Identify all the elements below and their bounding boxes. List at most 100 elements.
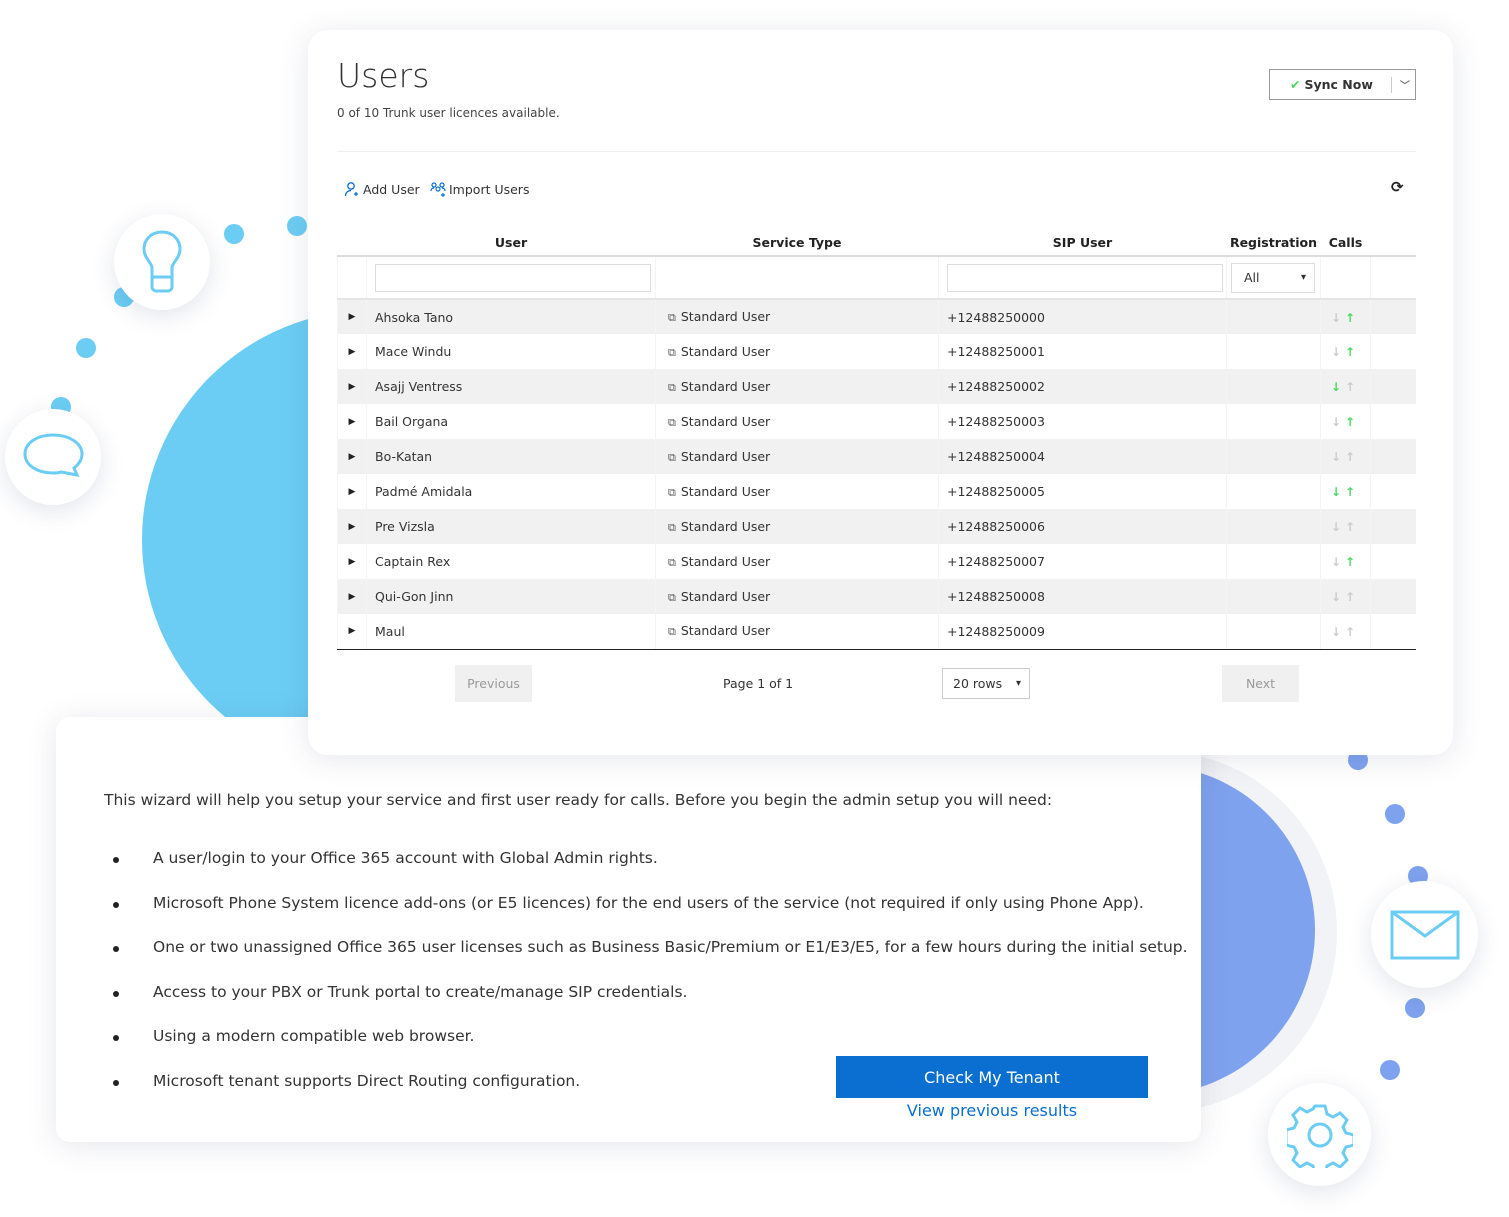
spacer-cell xyxy=(1370,334,1416,369)
service-type-cell: ⧉ Standard User xyxy=(655,474,939,509)
import-users-label: Import Users xyxy=(449,181,530,197)
service-type-cell: ⧉ Standard User xyxy=(655,579,939,614)
decor-dot xyxy=(1405,998,1425,1018)
user-name[interactable]: Padmé Amidala xyxy=(366,474,656,509)
table-row[interactable]: ▶ Ahsoka Tano ⧉ Standard User +1248825000… xyxy=(337,299,1416,334)
spacer-cell xyxy=(1370,369,1416,404)
page-title: Users xyxy=(337,56,430,95)
inbound-call-icon: ↓ xyxy=(1330,590,1342,604)
divider xyxy=(337,151,1416,152)
outbound-call-icon: ↑ xyxy=(1344,415,1356,429)
calls-cell: ↓ ↑ xyxy=(1320,439,1371,474)
calls-cell: ↓ ↑ xyxy=(1320,474,1371,509)
chevron-down-icon[interactable]: ﹀ xyxy=(1400,77,1410,92)
table-row[interactable]: ▶ Mace Windu ⧉ Standard User +12488250001… xyxy=(337,334,1416,369)
user-name[interactable]: Qui-Gon Jinn xyxy=(366,579,656,614)
outbound-call-icon: ↑ xyxy=(1344,590,1356,604)
sip-user: +12488250003 xyxy=(938,404,1227,439)
user-name[interactable]: Mace Windu xyxy=(366,334,656,369)
decor-dot xyxy=(224,224,244,244)
expand-row-icon[interactable]: ▶ xyxy=(337,299,367,334)
spacer-column xyxy=(1370,230,1416,257)
spacer-cell xyxy=(1370,474,1416,509)
expand-row-icon[interactable]: ▶ xyxy=(337,614,367,650)
requirement-item: One or two unassigned Office 365 user li… xyxy=(113,938,1188,983)
next-button[interactable]: Next xyxy=(1222,665,1299,702)
users-panel: Users 0 of 10 Trunk user licences availa… xyxy=(308,30,1453,755)
user-name[interactable]: Bo-Katan xyxy=(366,439,656,474)
table-row[interactable]: ▶ Captain Rex ⧉ Standard User +1248825000… xyxy=(337,544,1416,579)
user-name[interactable]: Bail Organa xyxy=(366,404,656,439)
user-name[interactable]: Captain Rex xyxy=(366,544,656,579)
teams-icon: ⧉ xyxy=(668,311,676,324)
teams-icon: ⧉ xyxy=(668,450,676,464)
sync-now-button[interactable]: ✔ Sync Now ﹀ xyxy=(1269,69,1416,100)
previous-button[interactable]: Previous xyxy=(455,665,532,702)
service-type-cell: ⧉ Standard User xyxy=(655,369,939,404)
table-row[interactable]: ▶ Bo-Katan ⧉ Standard User +12488250004 ↓… xyxy=(337,439,1416,474)
expand-row-icon[interactable]: ▶ xyxy=(337,369,367,404)
table-row[interactable]: ▶ Bail Organa ⧉ Standard User +1248825000… xyxy=(337,404,1416,439)
sip-user: +12488250004 xyxy=(938,439,1227,474)
user-filter-input[interactable] xyxy=(375,263,651,292)
teams-icon: ⧉ xyxy=(668,520,676,534)
service-type: Standard User xyxy=(680,413,771,429)
column-header-user[interactable]: User xyxy=(366,230,656,257)
spacer-cell xyxy=(1370,579,1416,614)
sip-user: +12488250007 xyxy=(938,544,1227,579)
inbound-call-icon: ↓ xyxy=(1330,345,1342,359)
registration-cell xyxy=(1226,299,1321,334)
view-previous-results-link[interactable]: View previous results xyxy=(836,1101,1148,1120)
calls-cell: ↓ ↑ xyxy=(1320,299,1371,334)
refresh-icon[interactable]: ⟳ xyxy=(1391,178,1404,196)
rows-per-page-value: 20 rows xyxy=(953,676,1003,691)
calls-cell: ↓ ↑ xyxy=(1320,544,1371,579)
table-row[interactable]: ▶ Padmé Amidala ⧉ Standard User +12488250… xyxy=(337,474,1416,509)
check-my-tenant-button[interactable]: Check My Tenant xyxy=(836,1056,1148,1098)
sip-user: +12488250002 xyxy=(938,369,1227,404)
service-type-cell: ⧉ Standard User xyxy=(655,544,939,579)
service-type-cell: ⧉ Standard User xyxy=(655,404,939,439)
table-row[interactable]: ▶ Pre Vizsla ⧉ Standard User +12488250006… xyxy=(337,509,1416,544)
import-users-button[interactable]: Import Users xyxy=(430,181,529,197)
expand-row-icon[interactable]: ▶ xyxy=(337,474,367,509)
expand-row-icon[interactable]: ▶ xyxy=(337,544,367,579)
outbound-call-icon: ↑ xyxy=(1344,520,1356,534)
user-name[interactable]: Ahsoka Tano xyxy=(366,299,656,334)
registration-filter-select[interactable]: All ▾ xyxy=(1231,262,1315,293)
service-type: Standard User xyxy=(680,588,771,604)
expand-row-icon[interactable]: ▶ xyxy=(337,509,367,544)
user-name[interactable]: Pre Vizsla xyxy=(366,509,656,544)
wizard-intro: This wizard will help you setup your ser… xyxy=(104,791,1053,809)
chevron-down-icon: ▾ xyxy=(1015,678,1021,689)
teams-icon: ⧉ xyxy=(668,590,676,604)
table-row[interactable]: ▶ Qui-Gon Jinn ⧉ Standard User +124882500… xyxy=(337,579,1416,614)
table-row[interactable]: ▶ Maul ⧉ Standard User +12488250009 ↓ ↑ xyxy=(337,614,1416,650)
expand-row-icon[interactable]: ▶ xyxy=(337,334,367,369)
calls-cell: ↓ ↑ xyxy=(1320,334,1371,369)
gear-bubble xyxy=(1268,1083,1371,1186)
table-row[interactable]: ▶ Asajj Ventress ⧉ Standard User +1248825… xyxy=(337,369,1416,404)
user-name[interactable]: Asajj Ventress xyxy=(366,369,656,404)
requirement-item: Microsoft Phone System licence add-ons (… xyxy=(113,894,1188,939)
sip-user-filter-input[interactable] xyxy=(947,263,1223,292)
sip-user: +12488250006 xyxy=(938,509,1227,544)
column-header-registration[interactable]: Registration xyxy=(1226,230,1321,257)
service-type: Standard User xyxy=(680,553,771,569)
expand-row-icon[interactable]: ▶ xyxy=(337,439,367,474)
inbound-call-icon: ↓ xyxy=(1330,450,1342,464)
sip-user: +12488250008 xyxy=(938,579,1227,614)
expand-row-icon[interactable]: ▶ xyxy=(337,404,367,439)
outbound-call-icon: ↑ xyxy=(1344,345,1356,359)
column-header-calls[interactable]: Calls xyxy=(1320,230,1371,257)
user-name[interactable]: Maul xyxy=(366,614,656,650)
rows-per-page-select[interactable]: 20 rows ▾ xyxy=(942,668,1030,699)
calls-cell: ↓ ↑ xyxy=(1320,509,1371,544)
service-type: Standard User xyxy=(680,448,771,464)
column-header-sip-user[interactable]: SIP User xyxy=(938,230,1227,257)
column-header-service-type[interactable]: Service Type xyxy=(655,230,939,257)
service-type-cell: ⧉ Standard User xyxy=(655,334,939,369)
expand-row-icon[interactable]: ▶ xyxy=(337,579,367,614)
add-user-button[interactable]: Add User xyxy=(344,181,420,197)
registration-cell xyxy=(1226,614,1321,650)
